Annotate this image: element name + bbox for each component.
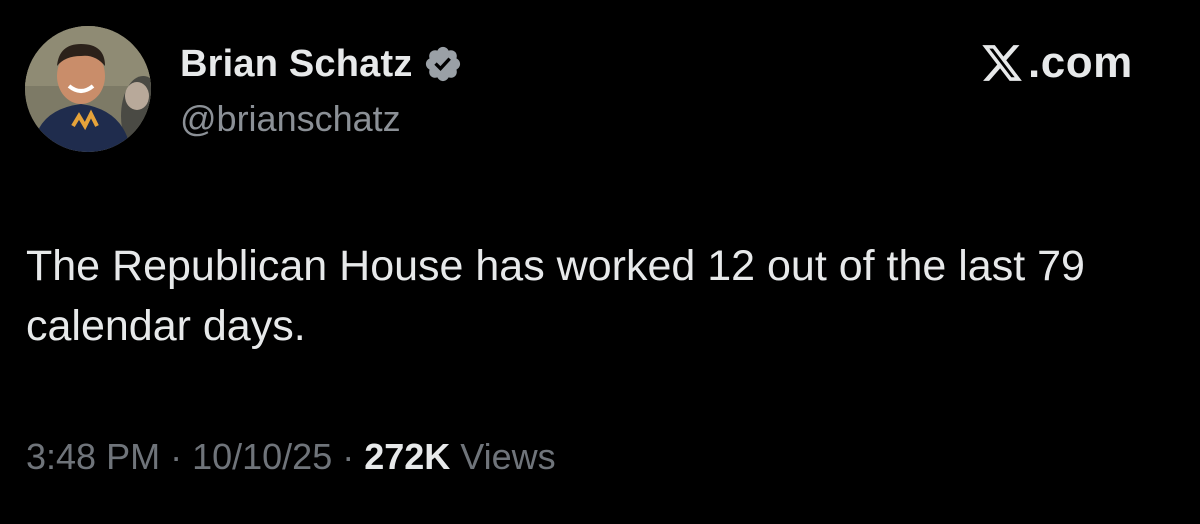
meta-separator: · bbox=[170, 436, 183, 477]
brand-domain-text: .com bbox=[1028, 38, 1133, 87]
author-name-row: Brian Schatz bbox=[180, 40, 463, 88]
tweet-text: The Republican House has worked 12 out o… bbox=[26, 242, 1085, 350]
tweet-meta: 3:48 PM · 10/10/25 · 272K Views bbox=[26, 436, 556, 478]
x-logo-icon bbox=[980, 41, 1024, 85]
tweet-date[interactable]: 10/10/25 bbox=[192, 436, 332, 477]
tweet-time[interactable]: 3:48 PM bbox=[26, 436, 160, 477]
brand-logo: .com bbox=[980, 38, 1133, 88]
avatar[interactable] bbox=[25, 26, 151, 152]
author-display-name[interactable]: Brian Schatz bbox=[180, 43, 413, 86]
meta-separator: · bbox=[342, 436, 355, 477]
views-label: Views bbox=[460, 436, 556, 477]
verified-badge-icon[interactable] bbox=[423, 44, 463, 84]
author-handle[interactable]: @brianschatz bbox=[180, 98, 401, 140]
views-count: 272K bbox=[364, 436, 451, 477]
